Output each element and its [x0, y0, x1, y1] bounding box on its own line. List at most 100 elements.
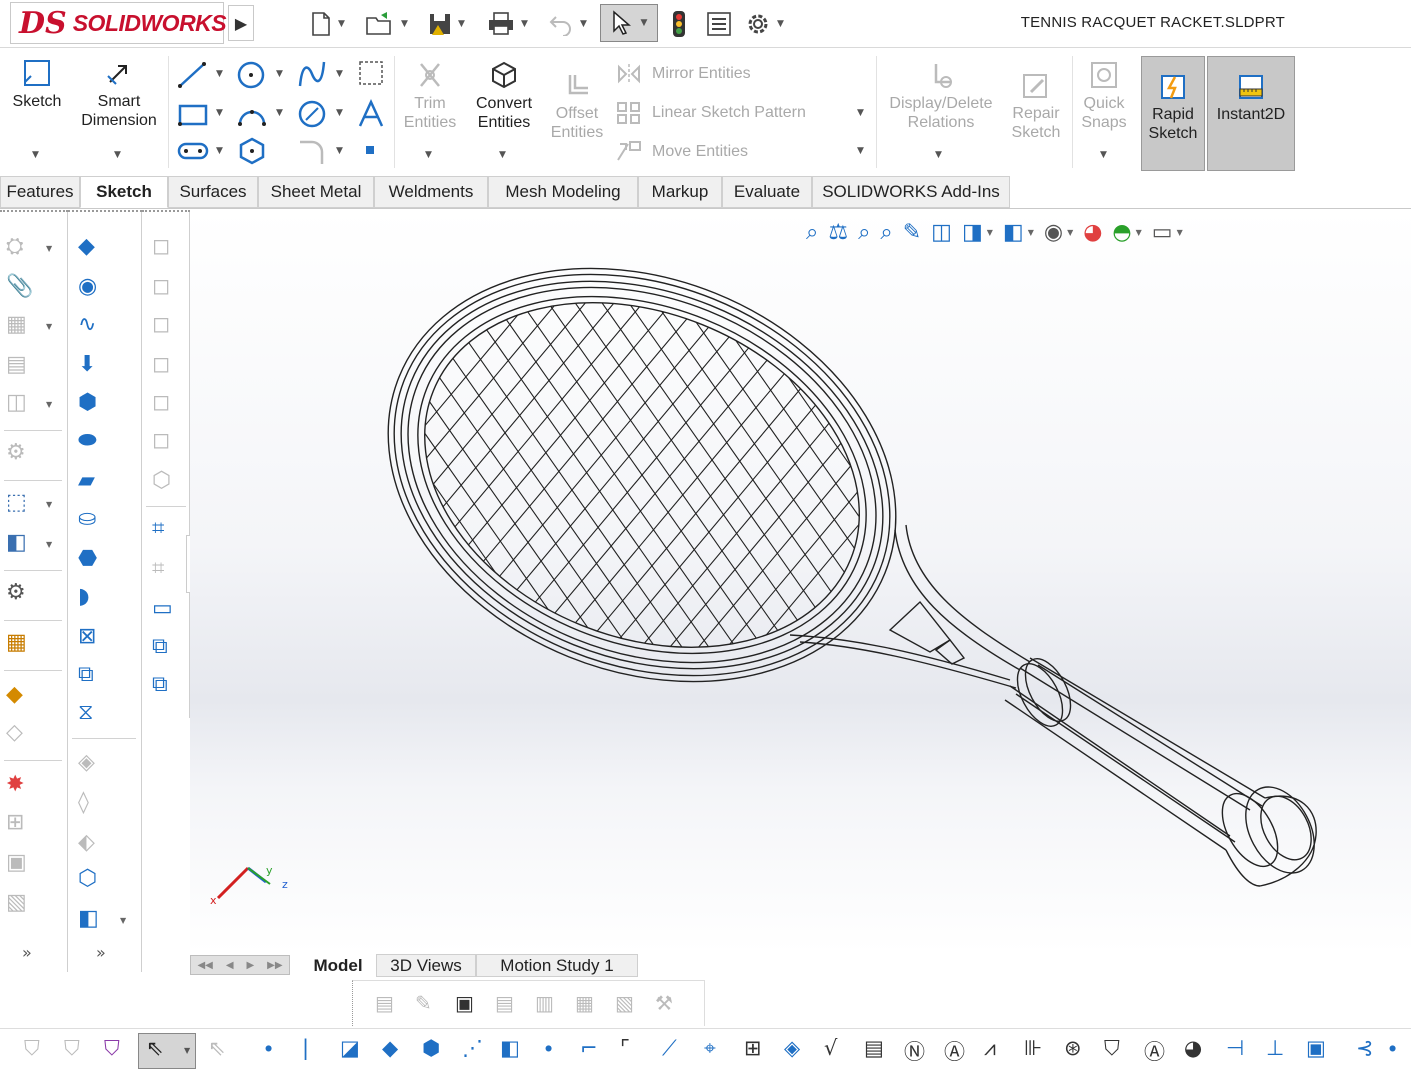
- polygon-tool-dropdown[interactable]: ▼: [336, 108, 343, 118]
- tab-model[interactable]: Model: [300, 954, 376, 977]
- rectangle-tool-dropdown[interactable]: ▼: [216, 108, 223, 118]
- print-button[interactable]: ▼: [487, 10, 528, 38]
- view-top-icon[interactable]: ◻: [152, 390, 170, 416]
- draft-icon[interactable]: ⧉: [78, 662, 94, 688]
- rectangle-tool-icon[interactable]: [176, 100, 210, 130]
- toolbar-dropdown[interactable]: ▼: [46, 244, 52, 253]
- paste-entities-icon[interactable]: ⧉: [152, 672, 168, 698]
- intersect-icon[interactable]: ⬡: [78, 866, 97, 892]
- revolved-boss-icon[interactable]: ◉: [78, 274, 97, 300]
- weld-symbol-icon[interactable]: ▤: [495, 991, 514, 1015]
- line-tool-dropdown[interactable]: ▼: [216, 69, 223, 79]
- toolbar-dropdown[interactable]: ▼: [46, 400, 52, 409]
- sketch-dropdown[interactable]: ▼: [32, 150, 39, 160]
- smart-dimension-dropdown[interactable]: ▼: [114, 150, 121, 160]
- arc-tool-icon[interactable]: [236, 100, 268, 130]
- undo-button[interactable]: ▼: [548, 10, 587, 38]
- filter-routing-points-icon[interactable]: ◕: [1184, 1036, 1202, 1060]
- quick-snaps-dropdown[interactable]: ▼: [1100, 150, 1107, 160]
- move-entities-dropdown[interactable]: ▼: [857, 146, 864, 156]
- view-settings-icon[interactable]: ◓: [1112, 220, 1131, 245]
- filter-faces-icon[interactable]: ◪: [340, 1036, 360, 1060]
- repair-sketch-button[interactable]: Repair Sketch: [1006, 72, 1066, 142]
- balloon-icon[interactable]: ✎: [415, 991, 432, 1015]
- boundary-boss-icon[interactable]: ⬬: [78, 428, 97, 454]
- tab-features[interactable]: Features: [0, 176, 80, 208]
- gears-icon[interactable]: ⚙: [6, 580, 26, 606]
- select-button[interactable]: ▼: [600, 4, 658, 42]
- tab-motion-study-1[interactable]: Motion Study 1: [476, 954, 638, 977]
- filter-more-2-icon[interactable]: ∙: [1386, 1036, 1399, 1060]
- table-icon[interactable]: ▦: [6, 630, 27, 656]
- cosmetic-thread-icon[interactable]: ⚒: [655, 991, 673, 1015]
- filter-surface-bodies-icon[interactable]: ◆: [382, 1036, 398, 1060]
- move-entities-button[interactable]: Move Entities: [616, 140, 748, 164]
- filter-notes-icon[interactable]: ▤: [864, 1036, 884, 1060]
- tab-weldments[interactable]: Weldments: [374, 176, 488, 208]
- rapid-sketch-button[interactable]: Rapid Sketch: [1141, 56, 1205, 171]
- instant2d-button[interactable]: Instant2D: [1207, 56, 1295, 171]
- toolbar-grip[interactable]: [0, 210, 68, 216]
- split-icon[interactable]: ⧖: [78, 700, 93, 726]
- point-tool-icon[interactable]: [366, 146, 374, 154]
- display-delete-relations-button[interactable]: Display/Delete Relations: [882, 60, 1000, 132]
- quick-snaps-button[interactable]: Quick Snaps: [1076, 60, 1132, 132]
- weld-icon[interactable]: ◆: [6, 682, 23, 708]
- spline-tool-icon[interactable]: [296, 58, 328, 90]
- select-dropdown[interactable]: ▼: [184, 1046, 190, 1055]
- plane-icon[interactable]: ▰: [78, 468, 95, 494]
- fillet-tool-icon[interactable]: [296, 136, 328, 166]
- toolbar-dropdown[interactable]: ▼: [1136, 228, 1142, 237]
- filter-mates-icon[interactable]: ▣: [1306, 1036, 1326, 1060]
- filter-solid-bodies-icon[interactable]: ⬢: [422, 1036, 440, 1060]
- lofted-boss-icon[interactable]: ⬢: [78, 390, 97, 416]
- filter-edges-icon[interactable]: |: [302, 1036, 309, 1060]
- previous-view-icon[interactable]: ⌕: [858, 220, 870, 245]
- expand-toolbar-icon[interactable]: »: [22, 940, 32, 966]
- sketch-button[interactable]: Sketch: [6, 58, 68, 111]
- tab-3d-views[interactable]: 3D Views: [376, 954, 476, 977]
- sketch-cursor-icon[interactable]: ⌗: [152, 516, 164, 542]
- toolbar-dropdown[interactable]: ▼: [120, 916, 126, 925]
- circle-tool-icon[interactable]: [236, 60, 268, 90]
- component-icon[interactable]: ▣: [6, 850, 27, 876]
- view-front-icon[interactable]: ◻: [152, 234, 170, 260]
- explode-icon[interactable]: ✸: [6, 772, 24, 798]
- reference-geometry-icon[interactable]: ◧: [78, 906, 99, 932]
- geometric-tolerance-icon[interactable]: ▧: [615, 991, 634, 1015]
- view-back-icon[interactable]: ◻: [152, 274, 170, 300]
- display-pane-icon[interactable]: ▭: [152, 596, 173, 622]
- expand-toolbar-icon[interactable]: »: [96, 940, 106, 966]
- solidworks-logo-button[interactable]: DS SOLIDWORKS: [10, 2, 227, 44]
- edit-appearance-icon[interactable]: ◉: [1044, 220, 1063, 245]
- slot-tool-icon[interactable]: [176, 138, 210, 164]
- cube-section-icon[interactable]: ⬚: [6, 490, 27, 516]
- shell-icon[interactable]: ⬣: [78, 546, 97, 572]
- filter-dimensions-icon[interactable]: ⊞: [744, 1036, 762, 1060]
- filter-connection-points-icon[interactable]: Ⓐ: [1144, 1036, 1165, 1066]
- assembly-icon[interactable]: ⊞: [6, 810, 24, 836]
- tab-mesh-modeling[interactable]: Mesh Modeling: [488, 176, 638, 208]
- tab-surfaces[interactable]: Surfaces: [168, 176, 258, 208]
- filter-settings-icon[interactable]: ⛉: [104, 1036, 120, 1061]
- ellipse-tool-icon[interactable]: [236, 136, 268, 166]
- filter-balloons-icon[interactable]: Ⓝ: [904, 1036, 925, 1066]
- convert-entities-button[interactable]: Convert Entities: [468, 60, 540, 132]
- filter-toggle-icon[interactable]: ⛉: [64, 1036, 80, 1061]
- copy-entities-icon[interactable]: ⧉: [152, 634, 168, 660]
- filter-weld-symbols-icon[interactable]: Ⓐ: [944, 1036, 965, 1066]
- linear-sketch-pattern-dropdown[interactable]: ▼: [857, 108, 864, 118]
- toolbar-dropdown[interactable]: ▼: [987, 228, 993, 237]
- toolbar-dropdown[interactable]: ▼: [1177, 228, 1183, 237]
- trim-entities-dropdown[interactable]: ▼: [425, 150, 432, 160]
- toolbar-dropdown[interactable]: ▼: [1067, 228, 1073, 237]
- trim-entities-button[interactable]: Trim Entities: [400, 60, 460, 132]
- toolbar-grip[interactable]: [68, 210, 142, 216]
- extruded-cut-icon[interactable]: ⬇: [78, 352, 96, 378]
- paperclip-icon[interactable]: 📎: [6, 274, 33, 300]
- monitor-icon[interactable]: ▭: [1152, 220, 1173, 245]
- filter-geometric-tolerance-icon[interactable]: √: [824, 1036, 837, 1060]
- spline-tool-dropdown[interactable]: ▼: [336, 69, 343, 79]
- filter-sketch-segments-icon[interactable]: ⌐: [580, 1036, 598, 1060]
- filter-icon[interactable]: ⛉: [24, 1036, 40, 1061]
